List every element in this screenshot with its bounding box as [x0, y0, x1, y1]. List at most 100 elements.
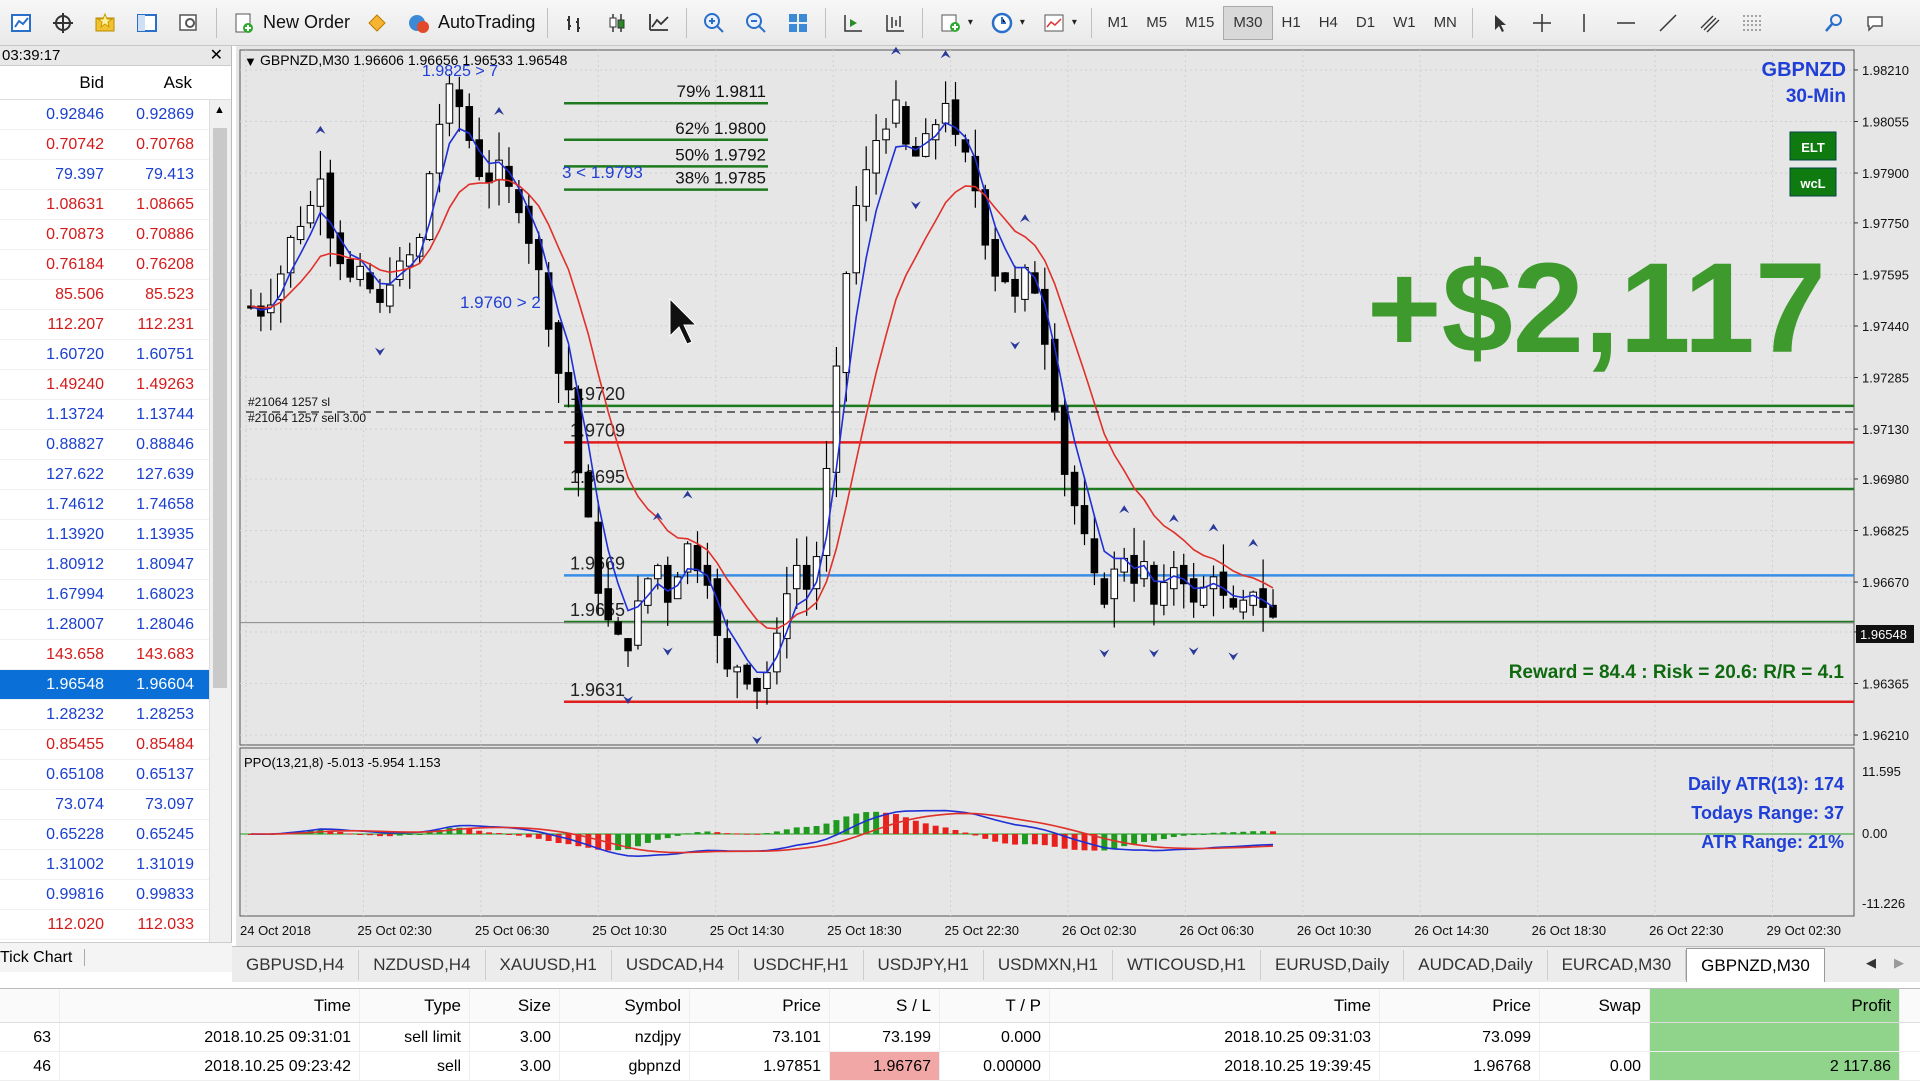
chart-tab[interactable]: WTICOUSD,H1	[1113, 949, 1261, 980]
periods-button[interactable]: ▾	[981, 6, 1033, 40]
market-watch-row[interactable]: 112.207 112.231	[0, 310, 231, 340]
market-watch-row[interactable]: 79.397 79.413	[0, 160, 231, 190]
timeframe-d1-button[interactable]: D1	[1347, 6, 1384, 40]
market-watch-scrollbar[interactable]: ▲ ▼	[209, 100, 231, 972]
chart-tab[interactable]: NZDUSD,H4	[359, 949, 486, 980]
timeframe-m30-button[interactable]: M30	[1223, 5, 1273, 40]
market-watch-row[interactable]: 0.99816 0.99833	[0, 880, 231, 910]
indicators-button[interactable]: ▾	[929, 6, 981, 40]
chart-tab[interactable]: USDMXN,H1	[984, 949, 1113, 980]
market-watch-row[interactable]: 85.506 85.523	[0, 280, 231, 310]
auto-scroll-button[interactable]	[832, 6, 874, 40]
horizontal-line-button[interactable]	[1605, 6, 1647, 40]
tab-scroll-right-icon[interactable]: ▶	[1894, 955, 1904, 971]
chart-header-arrow-icon[interactable]: ▼	[244, 54, 257, 69]
timeframe-h4-button[interactable]: H4	[1310, 6, 1347, 40]
channel-button[interactable]	[1689, 6, 1731, 40]
tick-chart-tab[interactable]: Tick Chart	[0, 949, 86, 966]
timeframe-mn-button[interactable]: MN	[1425, 6, 1466, 40]
crosshair-profile-button[interactable]	[42, 6, 84, 40]
terminal-column-header[interactable]: Swap	[1540, 989, 1650, 1022]
line-chart-button[interactable]	[638, 6, 680, 40]
search-button[interactable]	[1813, 6, 1855, 40]
market-watch-row[interactable]: 143.658 143.683	[0, 640, 231, 670]
terminal-row[interactable]: 46 2018.10.25 09:23:42 sell 3.00 gbpnzd 1.978…	[0, 1052, 1920, 1081]
market-watch-row[interactable]: 1.28007 1.28046	[0, 610, 231, 640]
scroll-up-icon[interactable]: ▲	[214, 104, 225, 116]
market-watch-row[interactable]: 1.96548 1.96604	[0, 670, 231, 700]
close-icon[interactable]: ✕	[210, 46, 223, 66]
market-watch-row[interactable]: 1.49240 1.49263	[0, 370, 231, 400]
market-watch-row[interactable]: 1.13724 1.13744	[0, 400, 231, 430]
terminal-column-header[interactable]: T / P	[940, 989, 1050, 1022]
vertical-line-button[interactable]	[1563, 6, 1605, 40]
timeframe-m5-button[interactable]: M5	[1137, 6, 1176, 40]
market-watch-row[interactable]: 0.70742 0.70768	[0, 130, 231, 160]
trendline-button[interactable]	[1647, 6, 1689, 40]
market-watch-row[interactable]: 0.76184 0.76208	[0, 250, 231, 280]
terminal-column-header[interactable]: S / L	[830, 989, 940, 1022]
market-watch-row[interactable]: 0.65108 0.65137	[0, 760, 231, 790]
chart-window[interactable]: 1.97201.97091.96951.96691.96551.9631 79%…	[236, 46, 1920, 946]
new-order-button[interactable]: New Order	[223, 6, 356, 40]
chart-tab[interactable]: EURCAD,M30	[1548, 949, 1687, 980]
terminal-column-header[interactable]: Type	[360, 989, 470, 1022]
terminal-column-header[interactable]: Time	[60, 989, 360, 1022]
chart-tab[interactable]: XAUUSD,H1	[486, 949, 612, 980]
timeframe-h1-button[interactable]: H1	[1273, 6, 1310, 40]
terminal-column-header[interactable]: Price	[1380, 989, 1540, 1022]
favorites-button[interactable]	[84, 6, 126, 40]
tab-scroll-left-icon[interactable]: ◀	[1866, 955, 1876, 971]
terminal-column-header[interactable]: Price	[690, 989, 830, 1022]
chart-tab[interactable]: GBPNZD,M30	[1686, 947, 1825, 982]
market-watch-row[interactable]: 0.65228 0.65245	[0, 820, 231, 850]
fibonacci-button[interactable]	[1731, 6, 1773, 40]
market-watch-row[interactable]: 1.60720 1.60751	[0, 340, 231, 370]
terminal-column-header[interactable]: Time	[1050, 989, 1380, 1022]
market-watch-row[interactable]: 0.92846 0.92869	[0, 100, 231, 130]
tile-windows-button[interactable]	[777, 6, 819, 40]
terminal-row[interactable]: 63 2018.10.25 09:31:01 sell limit 3.00 nzdjp…	[0, 1023, 1920, 1052]
bid-column-header[interactable]: Bid	[0, 66, 104, 99]
crosshair-tool-button[interactable]	[1521, 6, 1563, 40]
tester-button[interactable]	[168, 6, 210, 40]
chart-tab[interactable]: AUDCAD,Daily	[1404, 949, 1548, 980]
scrollbar-thumb[interactable]	[213, 128, 227, 688]
market-watch-row[interactable]: 1.67994 1.68023	[0, 580, 231, 610]
market-watch-row[interactable]: 1.28232 1.28253	[0, 700, 231, 730]
zoom-in-button[interactable]	[693, 6, 735, 40]
chat-button[interactable]	[1855, 6, 1897, 40]
market-watch-row[interactable]: 112.020 112.033	[0, 910, 231, 940]
terminal-column-header[interactable]: Symbol	[560, 989, 690, 1022]
chart-canvas[interactable]: 1.97201.97091.96951.96691.96551.9631 79%…	[236, 46, 1920, 946]
chart-tab[interactable]: EURUSD,Daily	[1261, 949, 1405, 980]
market-watch-row[interactable]: 1.74612 1.74658	[0, 490, 231, 520]
autotrading-button[interactable]: AutoTrading	[398, 6, 541, 40]
chart-tab[interactable]: GBPUSD,H4	[232, 949, 360, 980]
market-watch-row[interactable]: 1.13920 1.13935	[0, 520, 231, 550]
timeframe-w1-button[interactable]: W1	[1384, 6, 1425, 40]
ask-column-header[interactable]: Ask	[104, 66, 192, 99]
meta-editor-button[interactable]	[356, 6, 398, 40]
candlestick-button[interactable]	[596, 6, 638, 40]
market-watch-row[interactable]: 0.88827 0.88846	[0, 430, 231, 460]
market-watch-row[interactable]: 73.074 73.097	[0, 790, 231, 820]
terminal-column-header[interactable]: Size	[470, 989, 560, 1022]
cursor-tool-button[interactable]	[1479, 6, 1521, 40]
navigator-button[interactable]	[126, 6, 168, 40]
zoom-out-button[interactable]	[735, 6, 777, 40]
market-watch-row[interactable]: 127.622 127.639	[0, 460, 231, 490]
market-watch-row[interactable]: 1.08631 1.08665	[0, 190, 231, 220]
market-watch-row[interactable]: 1.31002 1.31019	[0, 850, 231, 880]
bar-chart-button[interactable]	[554, 6, 596, 40]
market-watch-row[interactable]: 0.85455 0.85484	[0, 730, 231, 760]
chart-shift-button[interactable]	[874, 6, 916, 40]
chart-tab[interactable]: USDCHF,H1	[739, 949, 864, 980]
market-watch-row[interactable]: 0.70873 0.70886	[0, 220, 231, 250]
new-chart-button[interactable]	[0, 6, 42, 40]
chart-tab[interactable]: USDJPY,H1	[864, 949, 984, 980]
terminal-column-header[interactable]: Profit	[1650, 989, 1900, 1022]
chart-tab[interactable]: USDCAD,H4	[612, 949, 740, 980]
templates-button[interactable]: ▾	[1033, 6, 1085, 40]
timeframe-m15-button[interactable]: M15	[1176, 6, 1223, 40]
